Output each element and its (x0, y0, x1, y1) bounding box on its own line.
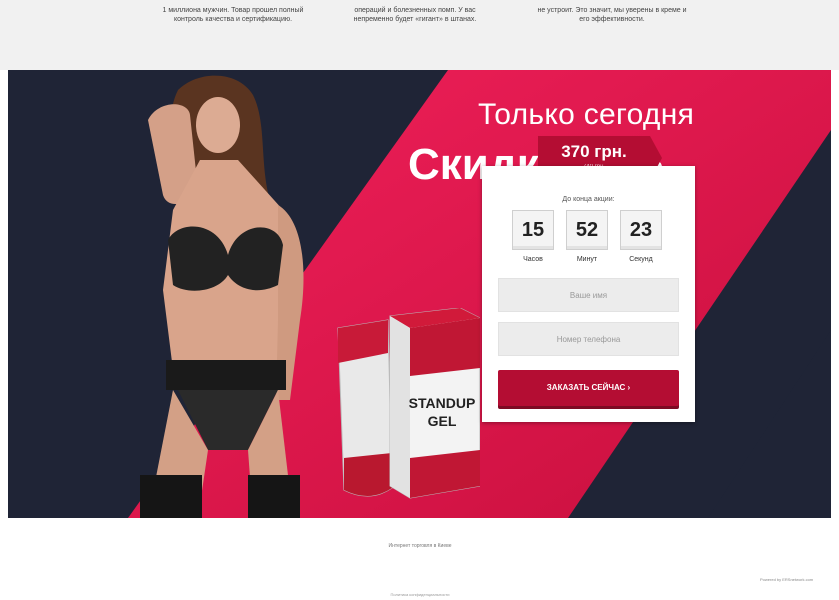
timer-minutes-label: Минут (576, 256, 598, 263)
features-strip: 1 миллиона мужчин. Товар прошел полный к… (0, 0, 839, 70)
timer-minutes: 52 (566, 210, 608, 250)
feature-text-3: не устроит. Это значит, мы уверены в кре… (537, 7, 687, 23)
product-image: STANDUP GEL (337, 308, 480, 499)
product-name-1: STANDUP (409, 395, 476, 411)
model-photo (140, 75, 304, 518)
countdown-timer: 15 52 23 Часов Минут Секунд (512, 210, 672, 270)
timer-seconds-label: Секунд (629, 256, 653, 263)
price-current: 370 грн. (561, 142, 627, 161)
timer-caption: До конца акции: (562, 196, 615, 203)
headline-today: Только сегодня (478, 98, 695, 131)
footer-note: Интернет торговля в Киеве (388, 543, 452, 549)
powered-by-link[interactable]: Powered by ERSnetwork.com (760, 577, 813, 582)
hero-banner: Только сегодня Скидка 50% STANDUP GEL (8, 70, 831, 518)
product-name-2: GEL (428, 413, 457, 429)
order-now-button[interactable]: ЗАКАЗАТЬ СЕЙЧАС › (498, 370, 679, 406)
order-form: До конца акции: 15 52 23 Часов Минут Сек… (482, 166, 695, 422)
name-input[interactable]: Ваше имя (498, 278, 679, 312)
privacy-policy-link[interactable]: Политика конфиденциальности (350, 592, 490, 597)
feature-text-2: операций и болезненных помп. У вас непре… (353, 7, 477, 23)
timer-hours: 15 (512, 210, 554, 250)
phone-input[interactable]: Номер телефона (498, 322, 679, 356)
landing-page: 1 миллиона мужчин. Товар прошел полный к… (0, 0, 839, 600)
timer-seconds: 23 (620, 210, 662, 250)
timer-hours-label: Часов (523, 256, 543, 263)
feature-text-1: 1 миллиона мужчин. Товар прошел полный к… (162, 7, 304, 23)
